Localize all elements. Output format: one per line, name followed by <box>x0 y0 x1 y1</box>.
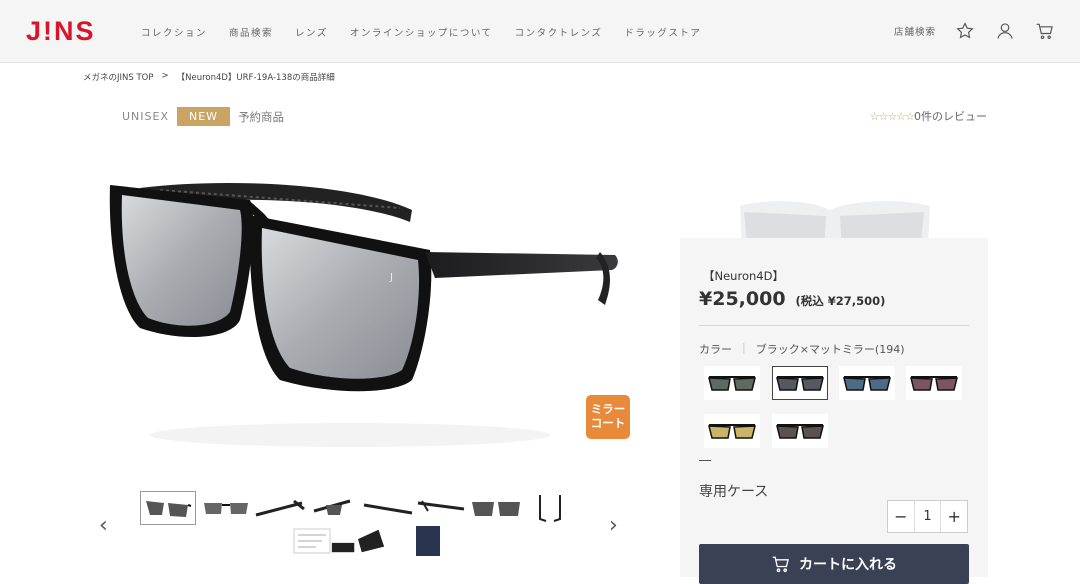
color-separator: | <box>742 341 746 354</box>
thumbnail[interactable] <box>198 491 254 525</box>
review-summary[interactable]: ☆☆☆☆☆ 0件のレビュー <box>870 108 987 124</box>
case-dash <box>699 460 711 461</box>
product-tags: UNISEX NEW 予約商品 <box>122 107 284 126</box>
color-swatch[interactable] <box>839 366 895 400</box>
add-to-cart-button[interactable]: カートに入れる <box>699 544 969 584</box>
nav-item-collection[interactable]: コレクション <box>141 25 207 39</box>
breadcrumb-separator: > <box>161 71 169 81</box>
rating-stars: ☆☆☆☆☆ <box>869 109 915 123</box>
svg-text:J: J <box>389 272 393 283</box>
case-label: 専用ケース <box>699 484 769 500</box>
divider <box>699 325 969 326</box>
mirror-coat-badge: ミラー コート <box>586 395 630 439</box>
quantity-stepper: − 1 + <box>887 500 968 533</box>
quantity-minus-button[interactable]: − <box>888 501 914 532</box>
preorder-tag: 予約商品 <box>238 109 285 124</box>
product-series: 【Neuron4D】 <box>703 269 784 283</box>
user-icon[interactable] <box>994 20 1016 42</box>
thumbnail[interactable] <box>306 491 362 525</box>
breadcrumb-home[interactable]: メガネのJINS TOP <box>83 71 153 83</box>
breadcrumb-current: 【Neuron4D】URF-19A-138の商品詳細 <box>176 73 335 83</box>
thumbnail[interactable] <box>360 491 416 525</box>
nav-item-drugstore[interactable]: ドラッグストア <box>624 25 701 39</box>
thumbnail-strip <box>100 488 630 568</box>
breadcrumb: メガネのJINS TOP > 【Neuron4D】URF-19A-138の商品詳… <box>83 71 335 83</box>
jins-logo[interactable]: J!NS <box>26 16 96 47</box>
add-to-cart-label: カートに入れる <box>799 557 897 573</box>
thumbnail[interactable] <box>522 491 578 525</box>
thumbnail[interactable] <box>140 491 196 525</box>
color-swatch-selected[interactable] <box>772 366 828 400</box>
cart-icon <box>772 556 789 573</box>
new-badge: NEW <box>177 107 231 126</box>
quantity-plus-button[interactable]: + <box>941 501 967 532</box>
main-nav: コレクション 商品検索 レンズ オンラインショップについて コンタクトレンズ ド… <box>141 25 701 39</box>
site-header: J!NS コレクション 商品検索 レンズ オンラインショップについて コンタクト… <box>0 0 1080 63</box>
purchase-panel: 【Neuron4D】 ¥25,000 (税込 ¥27,500) カラー | ブラ… <box>680 238 988 584</box>
review-count: 0件のレビュー <box>914 110 987 123</box>
product-price: ¥25,000 (税込 ¥27,500) <box>699 288 885 310</box>
color-swatch[interactable] <box>704 366 760 400</box>
thumbnail[interactable] <box>468 491 524 525</box>
thumbnail[interactable] <box>400 524 456 558</box>
price-value: ¥25,000 <box>699 288 786 310</box>
store-search-link[interactable]: 店舗検索 <box>894 24 936 38</box>
unisex-tag: UNISEX <box>122 110 169 123</box>
color-swatch[interactable] <box>906 366 962 400</box>
color-label: カラー <box>699 343 732 356</box>
product-main-image: J <box>109 183 618 447</box>
nav-item-contact-lens[interactable]: コンタクトレンズ <box>515 25 603 39</box>
color-swatch[interactable] <box>772 414 828 448</box>
star-icon[interactable] <box>954 20 976 42</box>
quantity-value[interactable]: 1 <box>913 501 942 532</box>
color-value: ブラック×マットミラー(194) <box>755 343 905 356</box>
thumbnail[interactable] <box>330 526 386 556</box>
thumbnail[interactable] <box>414 491 470 525</box>
color-selection-label: カラー | ブラック×マットミラー(194) <box>699 341 905 357</box>
price-tax-included: (税込 ¥27,500) <box>795 294 886 308</box>
badge-line-2: コート <box>590 416 626 430</box>
cart-icon[interactable] <box>1034 20 1056 42</box>
nav-item-online-shop[interactable]: オンラインショップについて <box>350 25 493 39</box>
nav-item-product-search[interactable]: 商品検索 <box>229 25 273 39</box>
thumbnail[interactable] <box>252 491 308 525</box>
color-swatch[interactable] <box>704 414 760 448</box>
header-actions: 店舗検索 <box>894 20 1056 42</box>
nav-item-lens[interactable]: レンズ <box>295 25 328 39</box>
badge-line-1: ミラー <box>590 402 626 416</box>
